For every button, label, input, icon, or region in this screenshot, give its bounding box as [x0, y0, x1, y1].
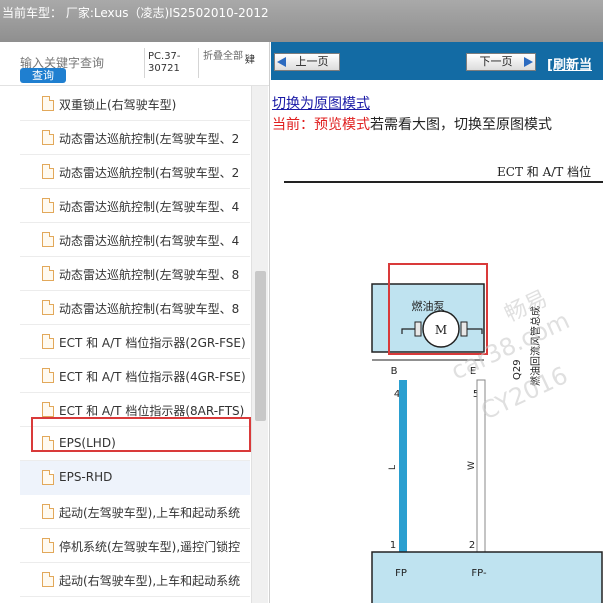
tree-item[interactable]: ECT 和 A/T 档位指示器(2GR-FSE)	[20, 325, 250, 359]
tree-item-label: 动态雷达巡航控制(右驾驶车型、2	[59, 166, 240, 180]
tree-item[interactable]: 停机系统(左驾驶车型),遥控门锁控	[20, 529, 250, 563]
tree-item-label: ECT 和 A/T 档位指示器(8AR-FTS)	[59, 404, 245, 418]
prev-page-button[interactable]: 上一页	[274, 53, 340, 71]
document-icon	[42, 504, 54, 519]
pin-left-label: B	[391, 366, 398, 377]
watermark-3: CY2016	[477, 361, 572, 425]
document-icon	[42, 164, 54, 179]
arrow-left-icon	[277, 57, 286, 67]
document-icon	[42, 300, 54, 315]
tree-item-label: 动态雷达巡航控制(右驾驶车型、4	[59, 234, 240, 248]
status-hint: 若需看大图，切换至原图模式	[370, 117, 552, 133]
title-bar: 当前车型： 厂家:Lexus（凌志)IS2502010-2012	[0, 0, 603, 42]
tree-item-label: 动态雷达巡航控制(左驾驶车型、8	[59, 268, 240, 282]
document-icon	[42, 266, 54, 281]
tree-item[interactable]: EPS(LHD)	[20, 427, 250, 461]
status-line: 当前：预览模式若需看大图，切换至原图模式	[272, 114, 552, 134]
next-page-button[interactable]: 下一页	[466, 53, 536, 71]
status-current: 当前：预览模式	[272, 117, 370, 133]
document-icon	[42, 436, 54, 451]
bottom-pin-right-number: 2	[469, 540, 475, 551]
left-panel: 查询 PC.37-30721 折叠全部 肄 双重锁止(右驾驶车型) 动态雷达巡航控…	[0, 42, 270, 603]
document-icon	[42, 402, 54, 417]
tree-item-label: EPS(LHD)	[59, 436, 116, 450]
divider	[198, 48, 199, 78]
motor-brush-right	[460, 321, 468, 337]
tree-item[interactable]: ECT 和 A/T 档位指示器(8AR-FTS)	[20, 393, 250, 427]
tree-item-label: EPS-RHD	[59, 470, 113, 484]
diagram-title: ECT 和 A/T 档位	[497, 164, 591, 179]
tree-item-label: 动态雷达巡航控制(左驾驶车型、2	[59, 132, 240, 146]
tree-item[interactable]: ECT 和 A/T 档位指示器(4GR-FSE)	[20, 359, 250, 393]
tree-item[interactable]: 双重锁止(右驾驶车型)	[20, 87, 250, 121]
page-nav-bar: 上一页 下一页 [刷新当	[271, 42, 603, 80]
document-icon	[42, 198, 54, 213]
document-icon	[42, 572, 54, 587]
tree-item[interactable]: 动态雷达巡航控制(右驾驶车型、8	[20, 291, 250, 325]
connector-id: Q29	[512, 359, 523, 380]
tree-item-label: ECT 和 A/T 档位指示器(2GR-FSE)	[59, 336, 246, 350]
wire-left-color: L	[388, 465, 398, 470]
tree-item-label: ECT 和 A/T 档位指示器(4GR-FSE)	[59, 370, 246, 384]
tree-item[interactable]: 动态雷达巡航控制(右驾驶车型、2	[20, 155, 250, 189]
tree-item-label: 动态雷达巡航控制(左驾驶车型、4	[59, 200, 240, 214]
switch-mode-link[interactable]: 切换为原图模式	[272, 93, 370, 113]
model-code: PC.37-30721	[148, 51, 181, 74]
tree-scrollbar[interactable]	[251, 86, 268, 603]
tree-item[interactable]: 动态雷达巡航控制(右驾驶车型、4	[20, 223, 250, 257]
toolbar-more[interactable]: 肄	[245, 51, 255, 66]
tree-item[interactable]: 起动(左驾驶车型),上车和起动系统	[20, 495, 250, 529]
viewer-panel: 上一页 下一页 [刷新当 切换为原图模式 当前：预览模式若需看大图，切换至原图模…	[271, 42, 603, 603]
document-icon	[42, 470, 54, 485]
bottom-right-label: FP-	[471, 568, 487, 579]
tree-item[interactable]: 动态雷达巡航控制(左驾驶车型、2	[20, 121, 250, 155]
tree-item[interactable]: 起动(右驾驶车型),上车和起动系统	[20, 563, 250, 597]
window-title: 当前车型： 厂家:Lexus（凌志)IS2502010-2012	[2, 6, 269, 20]
tree-item[interactable]: 动态雷达巡航控制(左驾驶车型、4	[20, 189, 250, 223]
refresh-link[interactable]: [刷新当	[547, 54, 592, 73]
document-tree: 双重锁止(右驾驶车型) 动态雷达巡航控制(左驾驶车型、2 动态雷达巡航控制(右驾驶车…	[20, 86, 250, 603]
tree-item-label: 动态雷达巡航控制(右驾驶车型、8	[59, 302, 240, 316]
arrow-right-icon	[524, 57, 533, 67]
motor-brush-left	[414, 321, 422, 337]
document-icon	[42, 232, 54, 247]
bottom-left-label: FP	[395, 568, 407, 579]
tree-item-label: 起动(右驾驶车型),上车和起动系统	[59, 574, 241, 588]
bottom-pin-left-number: 1	[390, 540, 396, 551]
tree-item[interactable]: 动态雷达巡航控制(左驾驶车型、8	[20, 257, 250, 291]
document-icon	[42, 96, 54, 111]
prev-page-label: 上一页	[295, 55, 329, 68]
tree-item[interactable]: EPS-RHD	[20, 461, 250, 495]
motor-label: M	[435, 323, 447, 337]
next-page-label: 下一页	[479, 55, 513, 68]
document-icon	[42, 334, 54, 349]
wire-right-color: W	[467, 461, 477, 470]
document-icon	[42, 130, 54, 145]
search-bar: 查询 PC.37-30721 折叠全部 肄	[0, 42, 269, 86]
collapse-all-button[interactable]: 折叠全部	[203, 51, 243, 63]
tree-item-label: 起动(左驾驶车型),上车和起动系统	[59, 506, 241, 520]
tree-item-label: 双重锁止(右驾驶车型)	[59, 98, 177, 112]
document-icon	[42, 538, 54, 553]
search-button[interactable]: 查询	[20, 68, 66, 83]
wiring-diagram: ECT 和 A/T 档位 燃油泵 M B E Q29 燃油回流风管总成 4 5 …	[284, 164, 603, 603]
document-icon	[42, 368, 54, 383]
scrollbar-thumb[interactable]	[255, 271, 266, 421]
tree-item-label: 停机系统(左驾驶车型),遥控门锁控	[59, 540, 241, 554]
divider	[144, 48, 145, 78]
